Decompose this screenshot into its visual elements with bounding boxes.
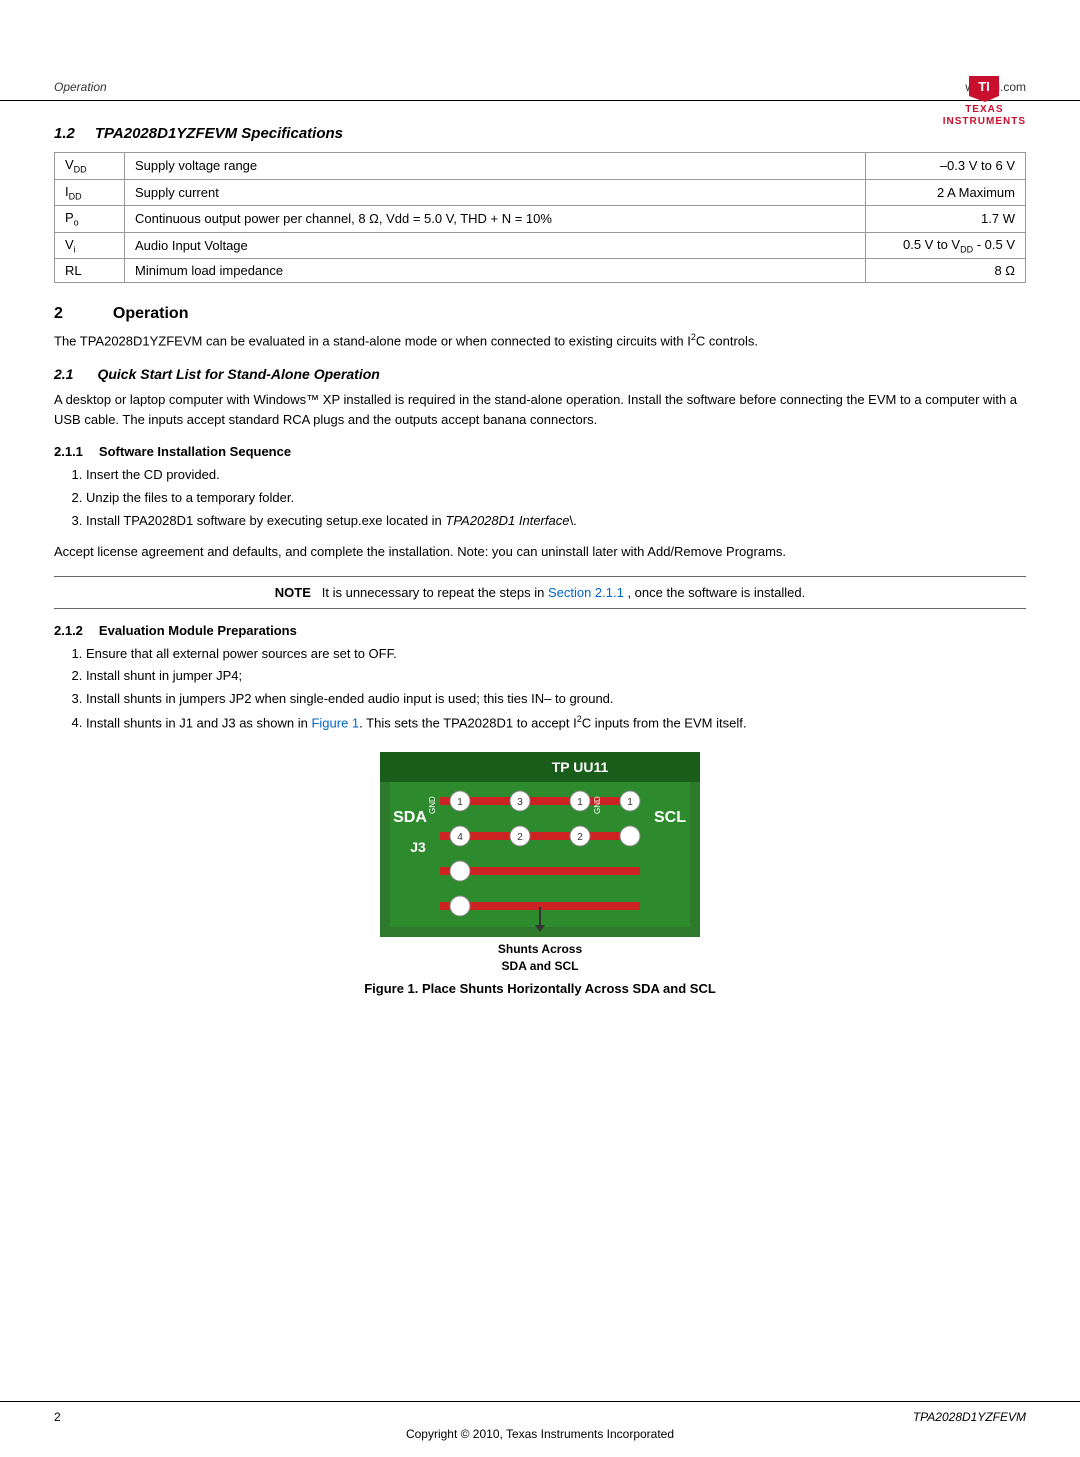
- section-1-2: 1.2 TPA2028D1YZFEVM Specifications VDD S…: [54, 125, 1026, 283]
- after-list-text: Accept license agreement and defaults, a…: [54, 542, 1026, 562]
- list-item: Install TPA2028D1 software by executing …: [86, 511, 1026, 532]
- section-2-1-2: 2.1.2 Evaluation Module Preparations Ens…: [54, 623, 1026, 735]
- section-2-1-body: A desktop or laptop computer with Window…: [54, 390, 1026, 430]
- spec-table: VDD Supply voltage range –0.3 V to 6 V I…: [54, 152, 1026, 283]
- figure-caption-small: Shunts AcrossSDA and SCL: [498, 941, 582, 975]
- table-cell-value: –0.3 V to 6 V: [866, 153, 1026, 180]
- section-2-title: Operation: [113, 305, 189, 323]
- figure-caption-main: Figure 1. Place Shunts Horizontally Acro…: [364, 981, 716, 996]
- section-2-num: 2: [54, 305, 63, 323]
- section-2-1-2-num: 2.1.2: [54, 623, 83, 638]
- section-2-1-2-title: Evaluation Module Preparations: [99, 623, 297, 638]
- table-cell-desc: Minimum load impedance: [125, 259, 866, 283]
- section-1-2-num: 1.2: [54, 125, 75, 142]
- svg-text:GND: GND: [593, 796, 602, 814]
- svg-text:1: 1: [627, 797, 633, 808]
- note-text-end: , once the software is installed.: [627, 585, 805, 600]
- table-row: IDD Supply current 2 A Maximum: [55, 179, 1026, 206]
- figure-link[interactable]: Figure 1: [311, 715, 359, 730]
- section-2-1: 2.1 Quick Start List for Stand-Alone Ope…: [54, 366, 1026, 734]
- svg-text:TI: TI: [979, 79, 991, 94]
- section-2: 2 Operation The TPA2028D1YZFEVM can be e…: [54, 305, 1026, 734]
- table-cell-symbol: Po: [55, 206, 125, 233]
- svg-text:SCL: SCL: [654, 809, 686, 826]
- svg-text:2: 2: [517, 832, 523, 843]
- svg-text:2: 2: [577, 832, 583, 843]
- ti-logo: TI TEXAS INSTRUMENTS: [943, 74, 1026, 128]
- footer-copyright: Copyright © 2010, Texas Instruments Inco…: [54, 1427, 1026, 1441]
- table-cell-value: 0.5 V to VDD - 0.5 V: [866, 232, 1026, 259]
- table-cell-value: 2 A Maximum: [866, 179, 1026, 206]
- list-item: Ensure that all external power sources a…: [86, 644, 1026, 665]
- section-2-body: The TPA2028D1YZFEVM can be evaluated in …: [54, 331, 1026, 351]
- section-link[interactable]: Section 2.1.1: [548, 585, 624, 600]
- footer-page-num: 2: [54, 1410, 61, 1424]
- table-row: Vi Audio Input Voltage 0.5 V to VDD - 0.…: [55, 232, 1026, 259]
- section-2-1-1-title: Software Installation Sequence: [99, 444, 291, 459]
- main-content: 1.2 TPA2028D1YZFEVM Specifications VDD S…: [0, 101, 1080, 1070]
- figure-1-container: 1 4 3 2 1 1 2 SDA SCL J3 GND GND TP UU11: [54, 752, 1026, 996]
- section-1-2-title: TPA2028D1YZFEVM Specifications: [95, 125, 343, 142]
- table-cell-desc: Supply current: [125, 179, 866, 206]
- table-cell-symbol: RL: [55, 259, 125, 283]
- svg-text:SDA: SDA: [393, 809, 427, 826]
- install-list: Insert the CD provided. Unzip the files …: [86, 465, 1026, 531]
- list-item: Install shunts in J1 and J3 as shown in …: [86, 712, 1026, 734]
- table-row: RL Minimum load impedance 8 Ω: [55, 259, 1026, 283]
- table-cell-symbol: Vi: [55, 232, 125, 259]
- table-row: Po Continuous output power per channel, …: [55, 206, 1026, 233]
- ti-logo-icon: TI: [965, 74, 1003, 104]
- svg-text:GND: GND: [428, 796, 437, 814]
- svg-text:TP UU11: TP UU11: [552, 759, 609, 775]
- logo-text-line1: TEXAS INSTRUMENTS: [943, 104, 1026, 128]
- table-cell-value: 8 Ω: [866, 259, 1026, 283]
- list-item: Unzip the files to a temporary folder.: [86, 488, 1026, 509]
- list-item: Install shunts in jumpers JP2 when singl…: [86, 689, 1026, 710]
- table-cell-symbol: VDD: [55, 153, 125, 180]
- table-cell-desc: Supply voltage range: [125, 153, 866, 180]
- note-text: It is unnecessary to repeat the steps in: [315, 585, 548, 600]
- page: TI TEXAS INSTRUMENTS Operation www.ti.co…: [0, 60, 1080, 1457]
- footer-doc-name: TPA2028D1YZFEVM: [913, 1410, 1026, 1424]
- table-cell-value: 1.7 W: [866, 206, 1026, 233]
- note-label: NOTE: [275, 585, 311, 600]
- table-cell-desc: Audio Input Voltage: [125, 232, 866, 259]
- page-header: Operation www.ti.com: [0, 60, 1080, 101]
- svg-text:1: 1: [577, 797, 583, 808]
- table-row: VDD Supply voltage range –0.3 V to 6 V: [55, 153, 1026, 180]
- table-cell-symbol: IDD: [55, 179, 125, 206]
- svg-text:J3: J3: [410, 839, 426, 855]
- note-box: NOTE It is unnecessary to repeat the ste…: [54, 576, 1026, 609]
- page-footer: 2 TPA2028D1YZFEVM TPA2028D1YZFEVM SLOU28…: [0, 1401, 1080, 1457]
- section-2-1-num: 2.1: [54, 366, 73, 382]
- header-operation: Operation: [54, 80, 107, 94]
- section-2-1-1: 2.1.1 Software Installation Sequence Ins…: [54, 444, 1026, 609]
- svg-text:4: 4: [457, 832, 463, 843]
- section-2-1-1-num: 2.1.1: [54, 444, 83, 459]
- list-item: Install shunt in jumper JP4;: [86, 666, 1026, 687]
- pcb-image: 1 4 3 2 1 1 2 SDA SCL J3 GND GND TP UU11: [380, 752, 700, 937]
- svg-text:3: 3: [517, 797, 523, 808]
- svg-text:1: 1: [457, 797, 463, 808]
- table-cell-desc: Continuous output power per channel, 8 Ω…: [125, 206, 866, 233]
- eval-list: Ensure that all external power sources a…: [86, 644, 1026, 735]
- list-item: Insert the CD provided.: [86, 465, 1026, 486]
- section-2-1-title: Quick Start List for Stand-Alone Operati…: [97, 366, 379, 382]
